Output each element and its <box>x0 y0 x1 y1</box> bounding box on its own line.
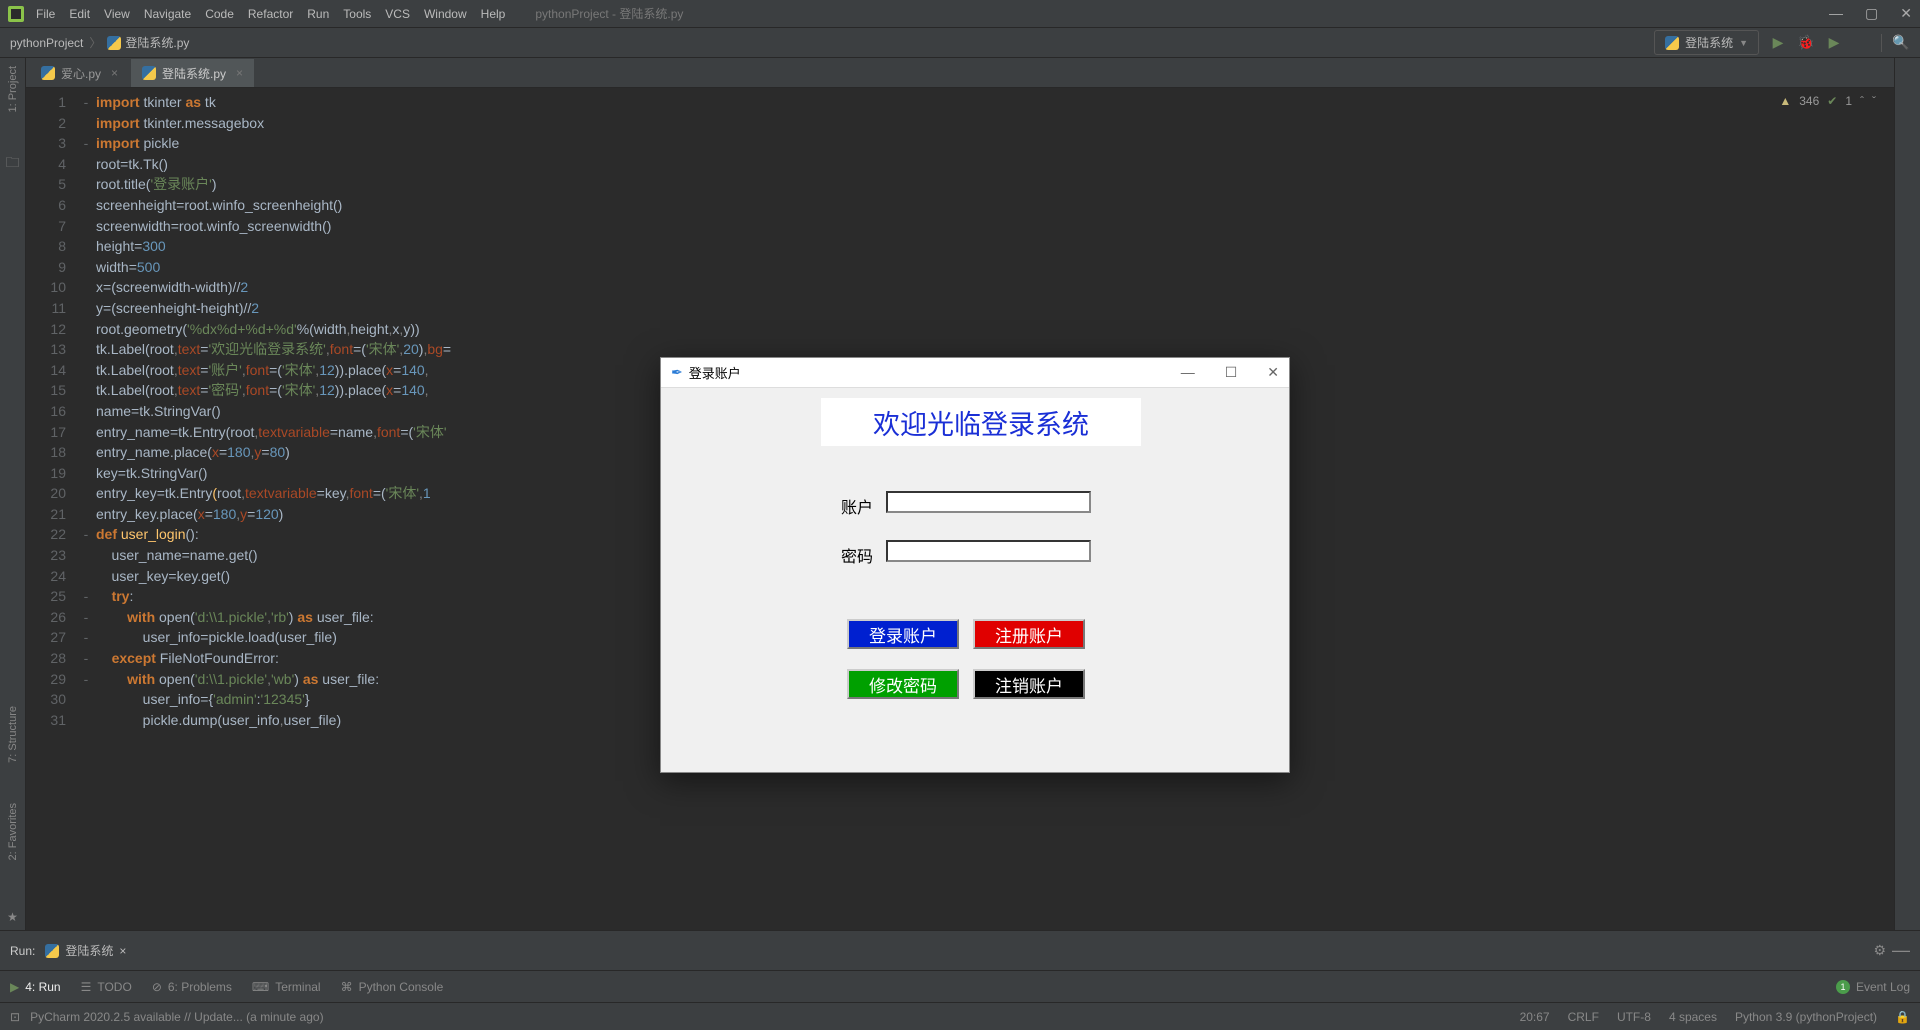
tk-maximize-icon[interactable]: ☐ <box>1225 364 1238 381</box>
close-tab-icon[interactable]: × <box>119 944 126 958</box>
python-console-tool-button[interactable]: ⌘Python Console <box>341 980 444 994</box>
lock-icon[interactable]: 🔒 <box>1895 1010 1910 1024</box>
password-input[interactable] <box>886 540 1091 562</box>
tk-minimize-icon[interactable]: — <box>1181 364 1195 381</box>
maximize-icon[interactable]: ▢ <box>1865 5 1878 22</box>
editor-tab[interactable]: 爱心.py × <box>30 59 129 87</box>
breadcrumb: pythonProject 〉 登陆系统.py <box>10 34 189 51</box>
breadcrumb-project[interactable]: pythonProject <box>10 36 83 50</box>
close-tab-icon[interactable]: × <box>111 66 118 80</box>
run-tool-window: Run: 登陆系统 × ⚙ — <box>0 930 1920 970</box>
ok-count: 1 <box>1845 94 1852 108</box>
problems-tool-button[interactable]: ⊘6: Problems <box>152 980 232 994</box>
title-bar: File Edit View Navigate Code Refactor Ru… <box>0 0 1920 28</box>
username-input[interactable] <box>886 491 1091 513</box>
python-file-icon <box>45 944 59 958</box>
tk-feather-icon: ✒ <box>671 364 683 381</box>
username-label: 账户 <box>841 494 873 518</box>
tk-title-bar: ✒ 登录账户 — ☐ ✕ <box>661 358 1289 388</box>
warning-count: 346 <box>1799 94 1819 108</box>
line-numbers: 1234567891011121314151617181920212223242… <box>26 92 76 730</box>
status-message[interactable]: PyCharm 2020.2.5 available // Update... … <box>30 1010 324 1024</box>
status-message-icon: ⊡ <box>10 1010 20 1024</box>
breadcrumb-file[interactable]: 登陆系统.py <box>125 34 189 51</box>
run-tool-label: Run: <box>10 944 35 958</box>
main-menu: File Edit View Navigate Code Refactor Ru… <box>36 7 505 21</box>
editor-tabs: 爱心.py × 登陆系统.py × <box>26 58 1894 88</box>
caret-position[interactable]: 20:67 <box>1520 1010 1550 1024</box>
right-tool-stripe <box>1894 58 1920 930</box>
tk-window-title: 登录账户 <box>689 363 741 382</box>
favorites-tool-button[interactable]: 2: Favorites <box>7 803 19 860</box>
welcome-label: 欢迎光临登录系统 <box>821 398 1141 446</box>
menu-view[interactable]: View <box>104 7 130 21</box>
indent-setting[interactable]: 4 spaces <box>1669 1010 1717 1024</box>
menu-file[interactable]: File <box>36 7 55 21</box>
run-coverage-icon[interactable]: ▶ <box>1825 34 1843 52</box>
hide-icon[interactable]: — <box>1892 940 1910 961</box>
window-title: pythonProject - 登陆系统.py <box>535 5 683 22</box>
close-tab-icon[interactable]: × <box>236 66 243 80</box>
register-button[interactable]: 注册账户 <box>973 619 1085 649</box>
menu-help[interactable]: Help <box>481 7 506 21</box>
debug-icon[interactable]: 🐞 <box>1797 34 1815 52</box>
modify-password-button[interactable]: 修改密码 <box>847 669 959 699</box>
password-label: 密码 <box>841 543 873 567</box>
menu-vcs[interactable]: VCS <box>385 7 410 21</box>
run-config-label: 登陆系统 <box>1685 34 1733 51</box>
chevron-down-icon: ▼ <box>1739 38 1748 48</box>
warning-icon: ▲ <box>1779 94 1791 108</box>
inspection-widget[interactable]: ▲ 346 ✔ 1 ˆ ˇ <box>1779 94 1876 108</box>
run-config-selector[interactable]: 登陆系统 ▼ <box>1654 30 1759 55</box>
menu-window[interactable]: Window <box>424 7 467 21</box>
todo-tool-button[interactable]: ☰TODO <box>81 980 132 994</box>
menu-refactor[interactable]: Refactor <box>248 7 293 21</box>
tab-label: 登陆系统.py <box>162 65 226 82</box>
star-icon: ★ <box>7 910 18 924</box>
tab-label: 爱心.py <box>61 65 101 82</box>
run-tool-button[interactable]: ▶4: Run <box>10 980 61 994</box>
tk-close-icon[interactable]: ✕ <box>1267 364 1279 381</box>
interpreter[interactable]: Python 3.9 (pythonProject) <box>1735 1010 1877 1024</box>
menu-navigate[interactable]: Navigate <box>144 7 191 21</box>
run-tool-tab-label: 登陆系统 <box>65 942 113 959</box>
status-bar: ⊡ PyCharm 2020.2.5 available // Update..… <box>0 1002 1920 1030</box>
app-logo-icon <box>8 6 24 22</box>
tk-app-window: ✒ 登录账户 — ☐ ✕ 欢迎光临登录系统 账户 密码 登录账户 注册账户 修改… <box>660 357 1290 773</box>
structure-tool-button[interactable]: 7: Structure <box>7 706 19 763</box>
gear-icon[interactable]: ⚙ <box>1873 942 1886 959</box>
python-file-icon <box>107 36 121 50</box>
search-icon[interactable]: 🔍 <box>1892 34 1910 52</box>
python-file-icon <box>142 66 156 80</box>
menu-run[interactable]: Run <box>307 7 329 21</box>
minimize-icon[interactable]: — <box>1829 5 1843 22</box>
folder-icon[interactable]: 🗀 <box>6 152 20 176</box>
menu-tools[interactable]: Tools <box>343 7 371 21</box>
project-tool-button[interactable]: 1: Project <box>7 66 19 112</box>
terminal-tool-button[interactable]: ⌨Terminal <box>252 980 321 994</box>
stop-icon[interactable] <box>1853 34 1871 52</box>
close-icon[interactable]: ✕ <box>1900 5 1912 22</box>
login-button[interactable]: 登录账户 <box>847 619 959 649</box>
check-icon: ✔ <box>1827 94 1837 108</box>
menu-code[interactable]: Code <box>205 7 234 21</box>
logout-button[interactable]: 注销账户 <box>973 669 1085 699</box>
python-file-icon <box>41 66 55 80</box>
run-icon[interactable]: ▶ <box>1769 34 1787 52</box>
file-encoding[interactable]: UTF-8 <box>1617 1010 1651 1024</box>
fold-gutter[interactable]: - - - ----- <box>76 92 96 730</box>
menu-edit[interactable]: Edit <box>69 7 90 21</box>
python-file-icon <box>1665 36 1679 50</box>
left-tool-stripe: 1: Project 🗀 7: Structure 2: Favorites ★ <box>0 58 26 930</box>
chevron-up-icon[interactable]: ˆ <box>1860 94 1864 108</box>
run-tool-tab[interactable]: 登陆系统 × <box>45 942 126 959</box>
event-log-button[interactable]: 1Event Log <box>1836 980 1910 994</box>
editor-tab[interactable]: 登陆系统.py × <box>131 59 254 87</box>
chevron-down-icon[interactable]: ˇ <box>1872 94 1876 108</box>
nav-toolbar: pythonProject 〉 登陆系统.py 登陆系统 ▼ ▶ 🐞 ▶ 🔍 <box>0 28 1920 58</box>
line-separator[interactable]: CRLF <box>1568 1010 1599 1024</box>
bottom-tool-stripe: ▶4: Run ☰TODO ⊘6: Problems ⌨Terminal ⌘Py… <box>0 970 1920 1002</box>
